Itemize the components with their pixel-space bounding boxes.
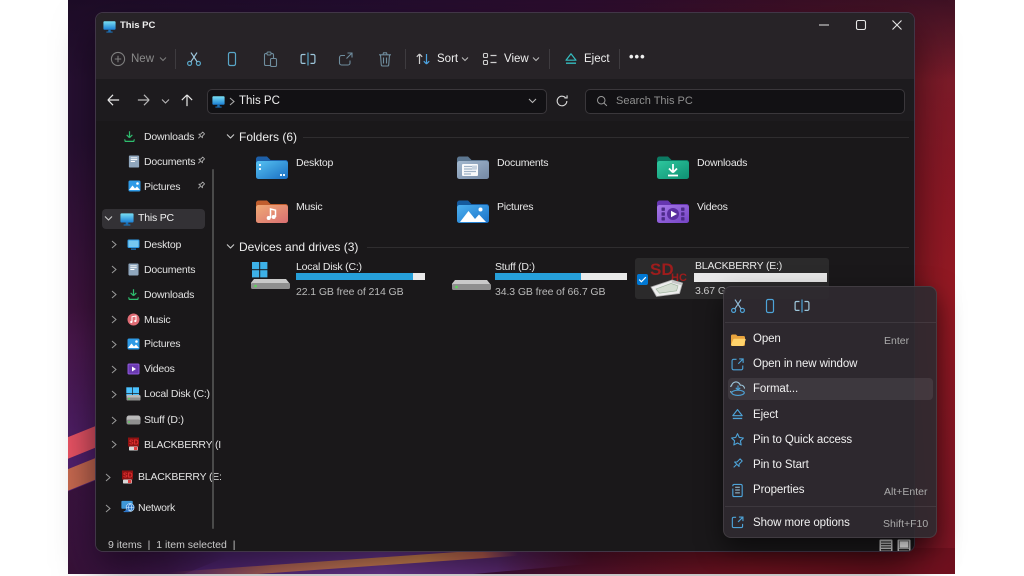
svg-text:SD: SD (123, 473, 133, 480)
svg-text:SD: SD (129, 440, 139, 447)
